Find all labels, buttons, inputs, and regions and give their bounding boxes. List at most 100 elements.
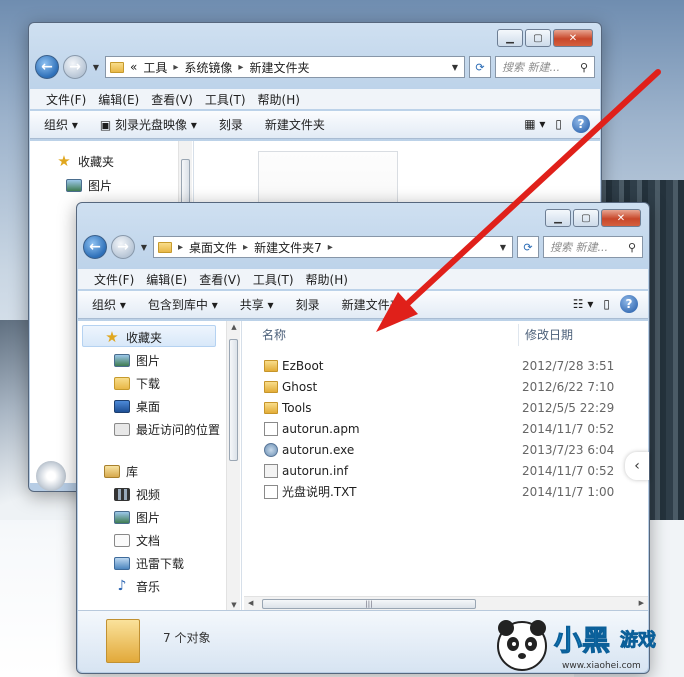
breadcrumb-item[interactable]: 工具: [143, 59, 167, 76]
nav-item-downloads[interactable]: 下载: [114, 375, 160, 392]
scroll-up-icon[interactable]: ▲: [227, 323, 241, 331]
desktop-icon: [114, 400, 130, 413]
nav-item-recent-places[interactable]: 最近访问的位置: [114, 421, 220, 438]
menu-tools[interactable]: 工具(T): [199, 91, 252, 108]
pictures-icon: [114, 511, 130, 524]
history-dropdown-icon[interactable]: ▼: [91, 63, 101, 72]
folder-icon: [106, 619, 140, 663]
file-row[interactable]: autorun.apm 2014/11/7 0:52: [252, 418, 648, 439]
burn-button[interactable]: 刻录: [219, 116, 243, 133]
command-bar: 组织 ▾ 包含到库中 ▾ 共享 ▾ 刻录 新建文件夹 ☷ ▾ ▯ ?: [78, 291, 648, 319]
breadcrumb-separator-icon[interactable]: ▸: [243, 242, 248, 253]
address-dropdown-icon[interactable]: ▼: [498, 243, 508, 252]
minimize-button[interactable]: ▁: [497, 29, 523, 47]
svg-text:www.xiaohei.com: www.xiaohei.com: [562, 661, 641, 671]
new-folder-button[interactable]: 新建文件夹: [342, 296, 402, 313]
menu-help[interactable]: 帮助(H): [300, 271, 354, 288]
menu-view[interactable]: 查看(V): [145, 91, 199, 108]
close-button[interactable]: ✕: [601, 209, 641, 227]
file-icon: [264, 421, 278, 436]
nav-item-videos[interactable]: 视频: [114, 486, 160, 503]
file-row[interactable]: autorun.inf 2014/11/7 0:52: [252, 460, 648, 481]
scroll-down-icon[interactable]: ▼: [227, 601, 241, 609]
nav-item-pictures[interactable]: 图片: [114, 352, 160, 369]
breadcrumb-separator-icon[interactable]: ▸: [328, 242, 333, 253]
preview-pane-icon[interactable]: ▯: [555, 117, 562, 131]
navigation-pane: ★ 收藏夹 图片 下载 桌面 最近访问的位置 库 视频 图片 文档 迅雷下载 ♪…: [78, 321, 242, 611]
nav-scrollbar[interactable]: ▲ ▼: [226, 321, 240, 611]
preview-pane-icon[interactable]: ▯: [603, 297, 610, 311]
menu-tools[interactable]: 工具(T): [247, 271, 300, 288]
menu-bar: 文件(F) 编辑(E) 查看(V) 工具(T) 帮助(H): [30, 89, 600, 109]
file-row[interactable]: 光盘说明.TXT 2014/11/7 1:00: [252, 481, 648, 502]
nav-favorites[interactable]: ★ 收藏夹: [104, 329, 162, 346]
address-bar[interactable]: « 工具 ▸ 系统镜像 ▸ 新建文件夹 ▼: [105, 56, 465, 78]
breadcrumb-item[interactable]: 新建文件夹: [249, 59, 309, 76]
nav-item-lib-pictures[interactable]: 图片: [114, 509, 160, 526]
breadcrumb-separator-icon[interactable]: ▸: [178, 242, 183, 253]
close-button[interactable]: ✕: [553, 29, 593, 47]
menu-view[interactable]: 查看(V): [193, 271, 247, 288]
back-button[interactable]: ←: [83, 235, 107, 259]
nav-favorites[interactable]: ★ 收藏夹: [56, 153, 114, 170]
history-dropdown-icon[interactable]: ▼: [139, 243, 149, 252]
menu-file[interactable]: 文件(F): [40, 91, 92, 108]
organize-button[interactable]: 组织 ▾: [44, 116, 78, 133]
help-icon[interactable]: ?: [620, 295, 638, 313]
horizontal-scrollbar-thumb[interactable]: |||: [262, 599, 476, 609]
folder-icon: [110, 61, 124, 73]
address-dropdown-icon[interactable]: ▼: [450, 63, 460, 72]
recent-places-icon: [114, 423, 130, 436]
file-row[interactable]: autorun.exe 2013/7/23 6:04: [252, 439, 648, 460]
file-row[interactable]: Tools 2012/5/5 22:29: [252, 397, 648, 418]
scroll-left-icon[interactable]: ◀: [248, 599, 253, 607]
view-options-icon[interactable]: ▦ ▾: [524, 117, 545, 131]
new-folder-button[interactable]: 新建文件夹: [265, 116, 325, 133]
breadcrumb-separator-icon[interactable]: ▸: [238, 62, 243, 73]
search-input[interactable]: 搜索 新建... ⚲: [543, 236, 643, 258]
nav-library[interactable]: 库: [104, 463, 138, 480]
menu-edit[interactable]: 编辑(E): [140, 271, 193, 288]
view-options-icon[interactable]: ☷ ▾: [573, 297, 594, 311]
documents-icon: [114, 534, 130, 547]
column-header-modified[interactable]: 修改日期: [518, 323, 573, 346]
burn-image-button[interactable]: ▣ 刻录光盘映像 ▾: [100, 116, 197, 133]
nav-pictures[interactable]: 图片: [66, 177, 112, 194]
forward-button[interactable]: →: [111, 235, 135, 259]
address-bar[interactable]: ▸ 桌面文件 ▸ 新建文件夹7 ▸ ▼: [153, 236, 513, 258]
breadcrumb-item[interactable]: 桌面文件: [189, 239, 237, 256]
nav-item-documents[interactable]: 文档: [114, 532, 160, 549]
organize-button[interactable]: 组织 ▾: [92, 296, 126, 313]
help-icon[interactable]: ?: [572, 115, 590, 133]
nav-item-music[interactable]: ♪ 音乐: [114, 578, 160, 595]
menu-help[interactable]: 帮助(H): [252, 91, 306, 108]
breadcrumb-item[interactable]: 新建文件夹7: [254, 239, 322, 256]
maximize-button[interactable]: ▢: [573, 209, 599, 227]
breadcrumb-item[interactable]: 系统镜像: [184, 59, 232, 76]
exe-icon: [264, 442, 278, 457]
file-row[interactable]: Ghost 2012/6/22 7:10: [252, 376, 648, 397]
breadcrumb-separator-icon[interactable]: ▸: [173, 62, 178, 73]
side-panel-chevron-icon[interactable]: ‹: [625, 452, 649, 480]
search-placeholder: 搜索 新建...: [550, 241, 608, 254]
breadcrumb-overflow[interactable]: «: [130, 60, 137, 74]
burn-button[interactable]: 刻录: [296, 296, 320, 313]
nav-item-desktop[interactable]: 桌面: [114, 398, 160, 415]
forward-button[interactable]: →: [63, 55, 87, 79]
file-row[interactable]: EzBoot 2012/7/28 3:51: [252, 355, 648, 376]
column-header-name[interactable]: 名称: [262, 326, 286, 343]
include-library-button[interactable]: 包含到库中 ▾: [148, 296, 218, 313]
refresh-button[interactable]: ⟳: [469, 56, 491, 78]
menu-edit[interactable]: 编辑(E): [92, 91, 145, 108]
back-button[interactable]: ←: [35, 55, 59, 79]
nav-item-thunder-downloads[interactable]: 迅雷下载: [114, 555, 184, 572]
share-button[interactable]: 共享 ▾: [240, 296, 274, 313]
search-input[interactable]: 搜索 新建... ⚲: [495, 56, 595, 78]
minimize-button[interactable]: ▁: [545, 209, 571, 227]
drive-icon: [36, 461, 66, 491]
maximize-button[interactable]: ▢: [525, 29, 551, 47]
refresh-button[interactable]: ⟳: [517, 236, 539, 258]
menu-file[interactable]: 文件(F): [88, 271, 140, 288]
command-bar: 组织 ▾ ▣ 刻录光盘映像 ▾ 刻录 新建文件夹 ▦ ▾ ▯ ?: [30, 111, 600, 139]
nav-scrollbar-thumb[interactable]: [229, 339, 238, 461]
